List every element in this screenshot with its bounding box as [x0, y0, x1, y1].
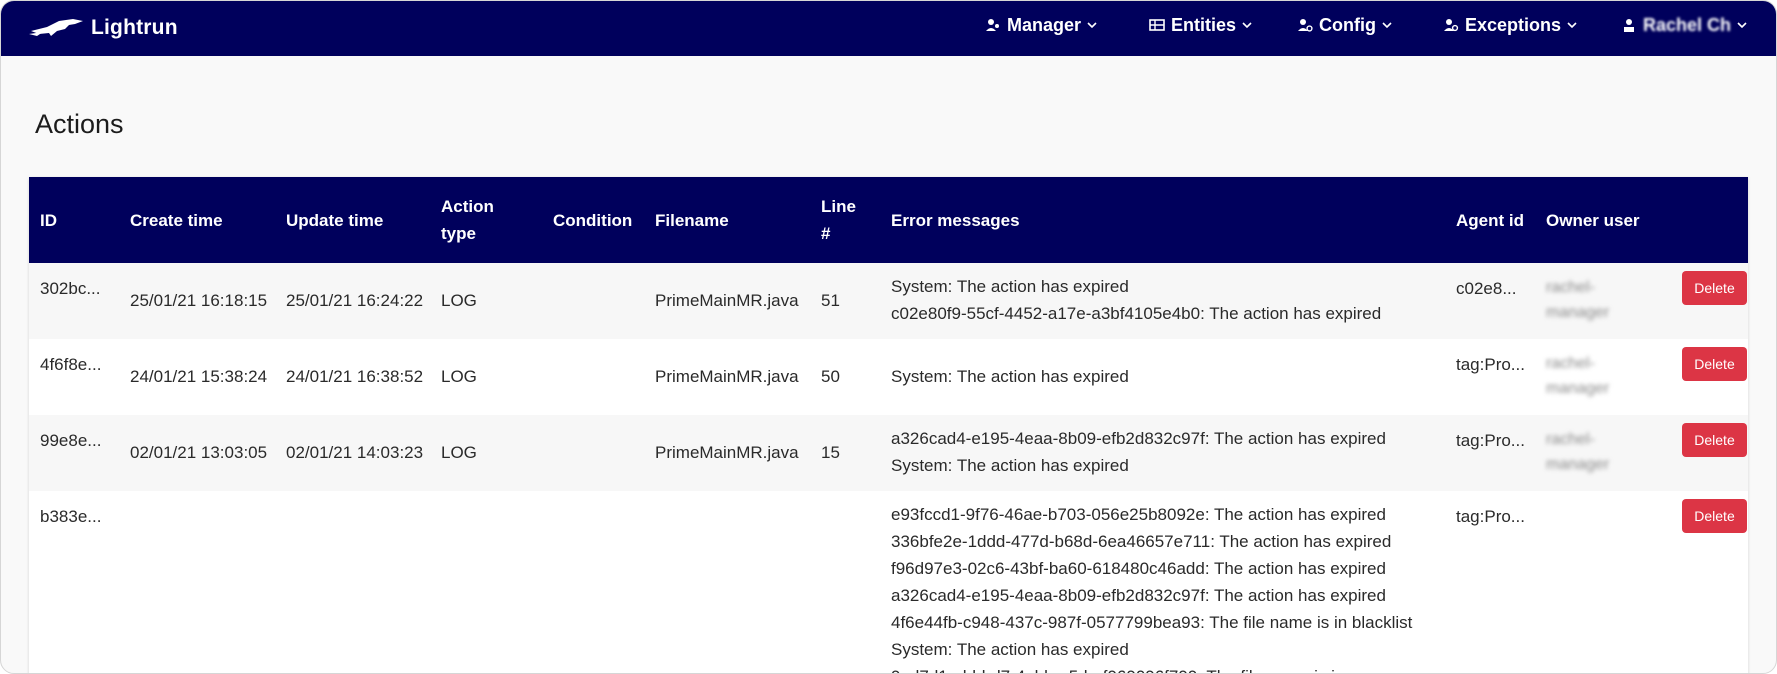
user-gear-icon	[1298, 19, 1313, 32]
header-line-line1: Line	[821, 197, 856, 216]
cell-id: b383e...	[40, 507, 102, 526]
cell-owner-user: rachel- manager	[1546, 427, 1609, 477]
cell-line: 15	[821, 443, 840, 462]
header-action-type-line1: Action	[441, 197, 494, 216]
delete-button[interactable]: Delete	[1682, 499, 1747, 533]
header-line-line2: #	[821, 224, 831, 243]
app-window: Lightrun Manager Entities Config Excepti…	[0, 0, 1777, 674]
nav-user-menu[interactable]: Rachel Ch	[1621, 1, 1747, 49]
nav-user-label: Rachel Ch	[1643, 14, 1732, 35]
cell-owner-user: rachel- manager	[1546, 275, 1609, 325]
owner-user-line2: manager	[1546, 304, 1610, 321]
cell-update-time: 25/01/21 16:24:22	[286, 291, 424, 310]
owner-user-line1: rachel-	[1546, 279, 1595, 296]
error-message: System: The action has expired	[891, 367, 1129, 386]
cell-line: 50	[821, 367, 840, 386]
nav-config-label: Config	[1319, 14, 1376, 35]
top-navbar: Lightrun Manager Entities Config Excepti…	[1, 1, 1776, 56]
error-message: a326cad4-e195-4eaa-8b09-efb2d832c97f: Th…	[891, 586, 1386, 605]
owner-user-line1: rachel-	[1546, 431, 1595, 448]
nav-entities[interactable]: Entities	[1149, 1, 1252, 49]
table-row: 302bc... 25/01/21 16:18:15 25/01/21 16:2…	[29, 263, 1748, 339]
owner-user-line2: manager	[1546, 380, 1610, 397]
brand[interactable]: Lightrun	[29, 13, 178, 43]
nav-config[interactable]: Config	[1297, 1, 1392, 49]
cell-owner-user: rachel- manager	[1546, 351, 1609, 401]
lightrun-logo-icon	[29, 19, 83, 36]
users-icon	[986, 19, 999, 31]
header-id[interactable]: ID	[40, 177, 57, 263]
brand-name: Lightrun	[91, 16, 178, 39]
cell-update-time: 02/01/21 14:03:23	[286, 443, 424, 462]
chevron-down-icon	[1242, 22, 1252, 29]
error-message: 336bfe2e-1ddd-477d-b68d-6ea46657e711: Th…	[891, 532, 1392, 551]
chevron-down-icon	[1382, 22, 1392, 29]
header-agent-id[interactable]: Agent id	[1456, 177, 1524, 263]
table-icon	[1149, 19, 1165, 31]
chevron-down-icon	[1087, 22, 1097, 29]
nav-exceptions[interactable]: Exceptions	[1443, 1, 1577, 49]
owner-user-line1: rachel-	[1546, 355, 1595, 372]
cell-action-type: LOG	[441, 443, 477, 462]
cell-error-messages: e93fccd1-9f76-46ae-b703-056e25b8092e: Th…	[891, 501, 1413, 673]
cell-create-time: 25/01/21 16:18:15	[130, 291, 268, 310]
cell-filename: PrimeMainMR.java	[655, 367, 799, 386]
delete-button[interactable]: Delete	[1682, 347, 1747, 381]
page-title: Actions	[35, 109, 124, 139]
cell-id: 99e8e...	[40, 431, 102, 450]
table-row: b383e... e93fccd1-9f76-46ae-b703-056e25b…	[29, 491, 1748, 673]
cell-agent-id: tag:Pro...	[1456, 507, 1525, 526]
cell-action-type: LOG	[441, 367, 477, 386]
cell-update-time: 24/01/21 16:38:52	[286, 367, 424, 386]
cell-agent-id: tag:Pro...	[1456, 431, 1525, 450]
cell-filename: PrimeMainMR.java	[655, 291, 799, 310]
cell-agent-id: c02e8...	[1456, 279, 1517, 298]
header-action-type[interactable]: Action type	[441, 177, 494, 263]
cell-agent-id: tag:Pro...	[1456, 355, 1525, 374]
header-filename[interactable]: Filename	[655, 177, 729, 263]
table-row: 4f6f8e... 24/01/21 15:38:24 24/01/21 16:…	[29, 339, 1748, 415]
nav-manager-label: Manager	[1007, 14, 1082, 35]
nav-entities-label: Entities	[1171, 14, 1237, 35]
cell-error-messages: System: The action has expired	[891, 363, 1129, 390]
cell-create-time: 02/01/21 13:03:05	[130, 443, 268, 462]
header-owner-user[interactable]: Owner user	[1546, 177, 1640, 263]
cell-create-time: 24/01/21 15:38:24	[130, 367, 268, 386]
delete-button[interactable]: Delete	[1682, 423, 1747, 457]
header-create-time[interactable]: Create time	[130, 177, 223, 263]
error-message: System: The action has expired	[891, 640, 1129, 659]
error-message: System: The action has expired	[891, 456, 1129, 475]
nav-exceptions-label: Exceptions	[1465, 14, 1562, 35]
error-message: 4f6e44fb-c948-437c-987f-0577799bea93: Th…	[891, 613, 1413, 632]
cell-action-type: LOG	[441, 291, 477, 310]
chevron-down-icon	[1737, 22, 1747, 29]
owner-user-line2: manager	[1546, 456, 1610, 473]
header-condition[interactable]: Condition	[553, 177, 632, 263]
error-message: 9ed7d1ed-bbd7-4ebb-a5da-f969096f799: The…	[891, 663, 1412, 673]
error-message: c02e80f9-55cf-4452-a17e-a3bf4105e4b0: Th…	[891, 304, 1382, 323]
cell-id: 302bc...	[40, 279, 101, 298]
error-message: f96d97e3-02c6-43bf-ba60-618480c46add: Th…	[891, 559, 1386, 578]
nav-manager[interactable]: Manager	[985, 1, 1097, 49]
cell-filename: PrimeMainMR.java	[655, 443, 799, 462]
table-row: 99e8e... 02/01/21 13:03:05 02/01/21 14:0…	[29, 415, 1748, 491]
user-icon	[1624, 19, 1634, 32]
header-update-time[interactable]: Update time	[286, 177, 383, 263]
header-line[interactable]: Line #	[821, 177, 856, 263]
users-icon	[1444, 19, 1459, 32]
actions-table: ID Create time Update time Action type C…	[29, 177, 1748, 673]
error-message: e93fccd1-9f76-46ae-b703-056e25b8092e: Th…	[891, 505, 1386, 524]
header-action-type-line2: type	[441, 224, 476, 243]
cell-error-messages: System: The action has expired c02e80f9-…	[891, 273, 1381, 327]
error-message: a326cad4-e195-4eaa-8b09-efb2d832c97f: Th…	[891, 429, 1386, 448]
cell-error-messages: a326cad4-e195-4eaa-8b09-efb2d832c97f: Th…	[891, 425, 1386, 479]
error-message: System: The action has expired	[891, 277, 1129, 296]
cell-line: 51	[821, 291, 840, 310]
cell-id: 4f6f8e...	[40, 355, 102, 374]
table-header: ID Create time Update time Action type C…	[29, 177, 1748, 263]
delete-button[interactable]: Delete	[1682, 271, 1747, 305]
header-error-messages[interactable]: Error messages	[891, 177, 1020, 263]
chevron-down-icon	[1567, 22, 1577, 29]
